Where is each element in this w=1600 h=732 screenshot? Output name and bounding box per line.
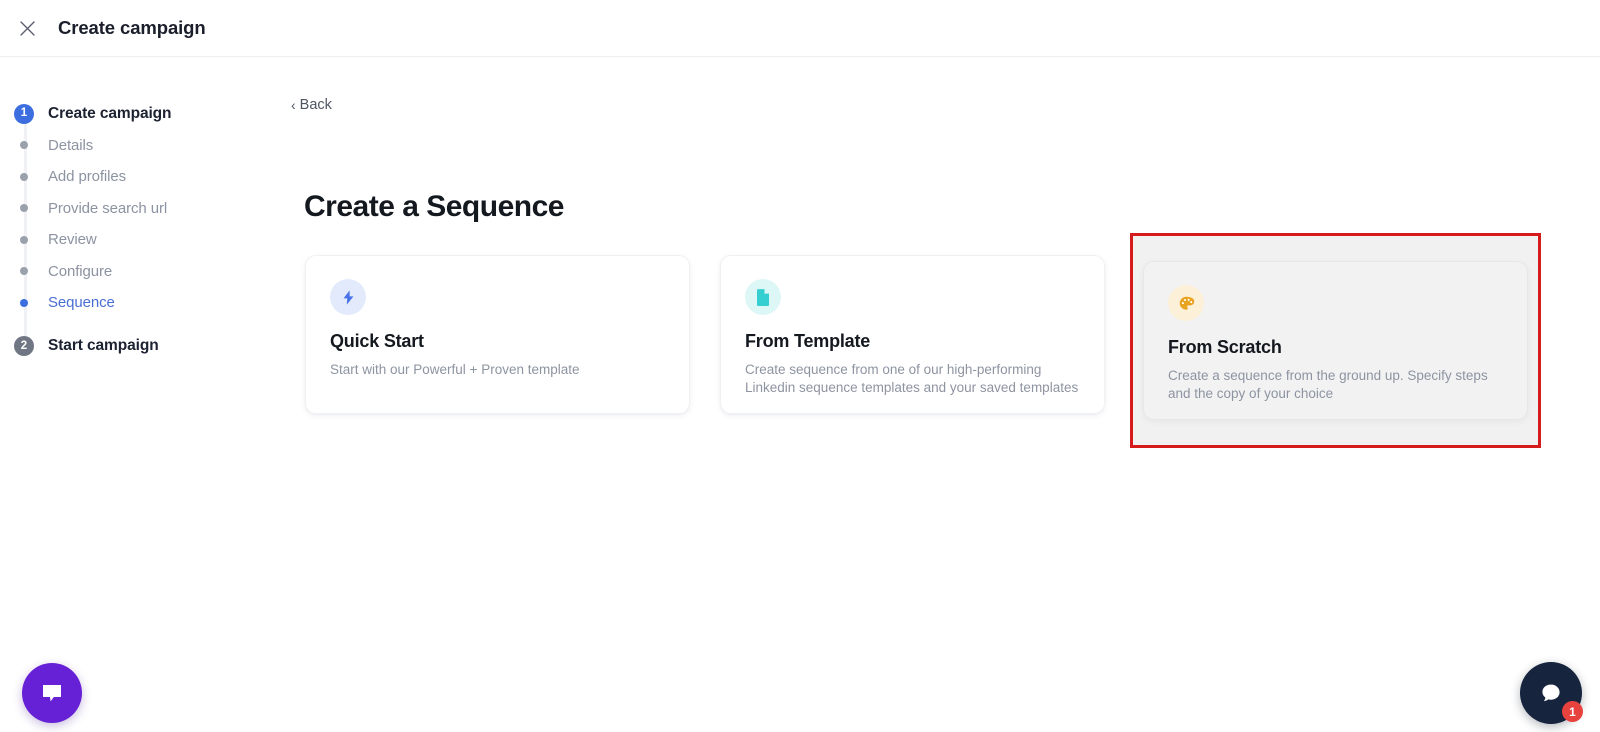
sidebar-step-label: Review <box>48 231 97 249</box>
sidebar-step-configure[interactable]: Configure <box>0 256 280 288</box>
sidebar-step-start-campaign[interactable]: 2 Start campaign <box>0 331 280 363</box>
sidebar-step-provide-search-url[interactable]: Provide search url <box>0 193 280 225</box>
lightning-bolt-icon <box>330 279 366 315</box>
sidebar-step-review[interactable]: Review <box>0 224 280 256</box>
step-marker <box>0 141 48 150</box>
page-title: Create campaign <box>58 17 206 38</box>
step-badge-2: 2 <box>14 336 34 357</box>
main-content: ‹ Back Create a Sequence Quick Start Sta… <box>280 57 1600 732</box>
card-description: Start with our Powerful + Proven templat… <box>330 362 580 377</box>
card-title: From Template <box>745 331 871 351</box>
sidebar-step-details[interactable]: Details <box>0 130 280 162</box>
sidebar-step-sequence[interactable]: Sequence <box>0 287 280 319</box>
step-marker <box>0 298 48 307</box>
card-title: From Scratch <box>1168 337 1282 357</box>
paint-palette-icon <box>1168 285 1204 321</box>
step-marker <box>0 172 48 181</box>
close-icon[interactable] <box>14 15 40 41</box>
sidebar-step-label: Start campaign <box>48 337 159 355</box>
sidebar-step-create-campaign[interactable]: 1 Create campaign <box>0 98 280 130</box>
document-icon <box>745 279 781 315</box>
notification-badge: 1 <box>1562 701 1583 722</box>
step-marker: 2 <box>0 336 48 357</box>
sidebar-step-label: Sequence <box>48 294 115 312</box>
back-label: Back <box>299 97 332 113</box>
section-title: Create a Sequence <box>304 190 564 223</box>
sidebar-step-label: Details <box>48 136 94 154</box>
step-marker <box>0 204 48 213</box>
support-launcher-button[interactable]: 1 <box>1520 662 1583 724</box>
highlight-annotation-box: From Scratch Create a sequence from the … <box>1130 233 1541 448</box>
sidebar-step-label: Provide search url <box>48 199 168 217</box>
card-description: Create a sequence from the ground up. Sp… <box>1168 368 1488 401</box>
step-dot-icon <box>20 235 28 244</box>
card-title: Quick Start <box>330 331 424 351</box>
sidebar-step-label: Configure <box>48 262 113 280</box>
stepper-sidebar: 1 Create campaign Details Add profiles P… <box>0 57 280 732</box>
step-dot-icon <box>20 172 28 181</box>
stepper-list: 1 Create campaign Details Add profiles P… <box>0 98 280 362</box>
card-description: Create sequence from one of our high-per… <box>745 362 1079 395</box>
chat-bubble-icon <box>43 685 61 702</box>
step-marker <box>0 267 48 276</box>
card-quick-start[interactable]: Quick Start Start with our Powerful + Pr… <box>305 255 690 414</box>
sidebar-step-label: Add profiles <box>48 168 127 186</box>
sidebar-step-label: Create campaign <box>48 104 172 122</box>
step-marker <box>0 235 48 244</box>
chevron-left-icon: ‹ <box>291 97 296 113</box>
step-dot-icon <box>20 141 28 150</box>
support-bubble-icon <box>1542 684 1560 702</box>
app-header: Create campaign <box>0 0 1600 57</box>
step-badge-1: 1 <box>14 103 34 124</box>
card-from-template[interactable]: From Template Create sequence from one o… <box>720 255 1105 414</box>
step-dot-icon <box>20 267 28 276</box>
card-from-scratch[interactable]: From Scratch Create a sequence from the … <box>1143 261 1528 420</box>
chat-launcher-button[interactable] <box>22 663 82 723</box>
step-dot-active-icon <box>20 298 28 307</box>
step-dot-icon <box>20 204 28 213</box>
back-button[interactable]: ‹ Back <box>291 97 332 113</box>
sidebar-step-add-profiles[interactable]: Add profiles <box>0 161 280 193</box>
step-marker: 1 <box>0 103 48 124</box>
